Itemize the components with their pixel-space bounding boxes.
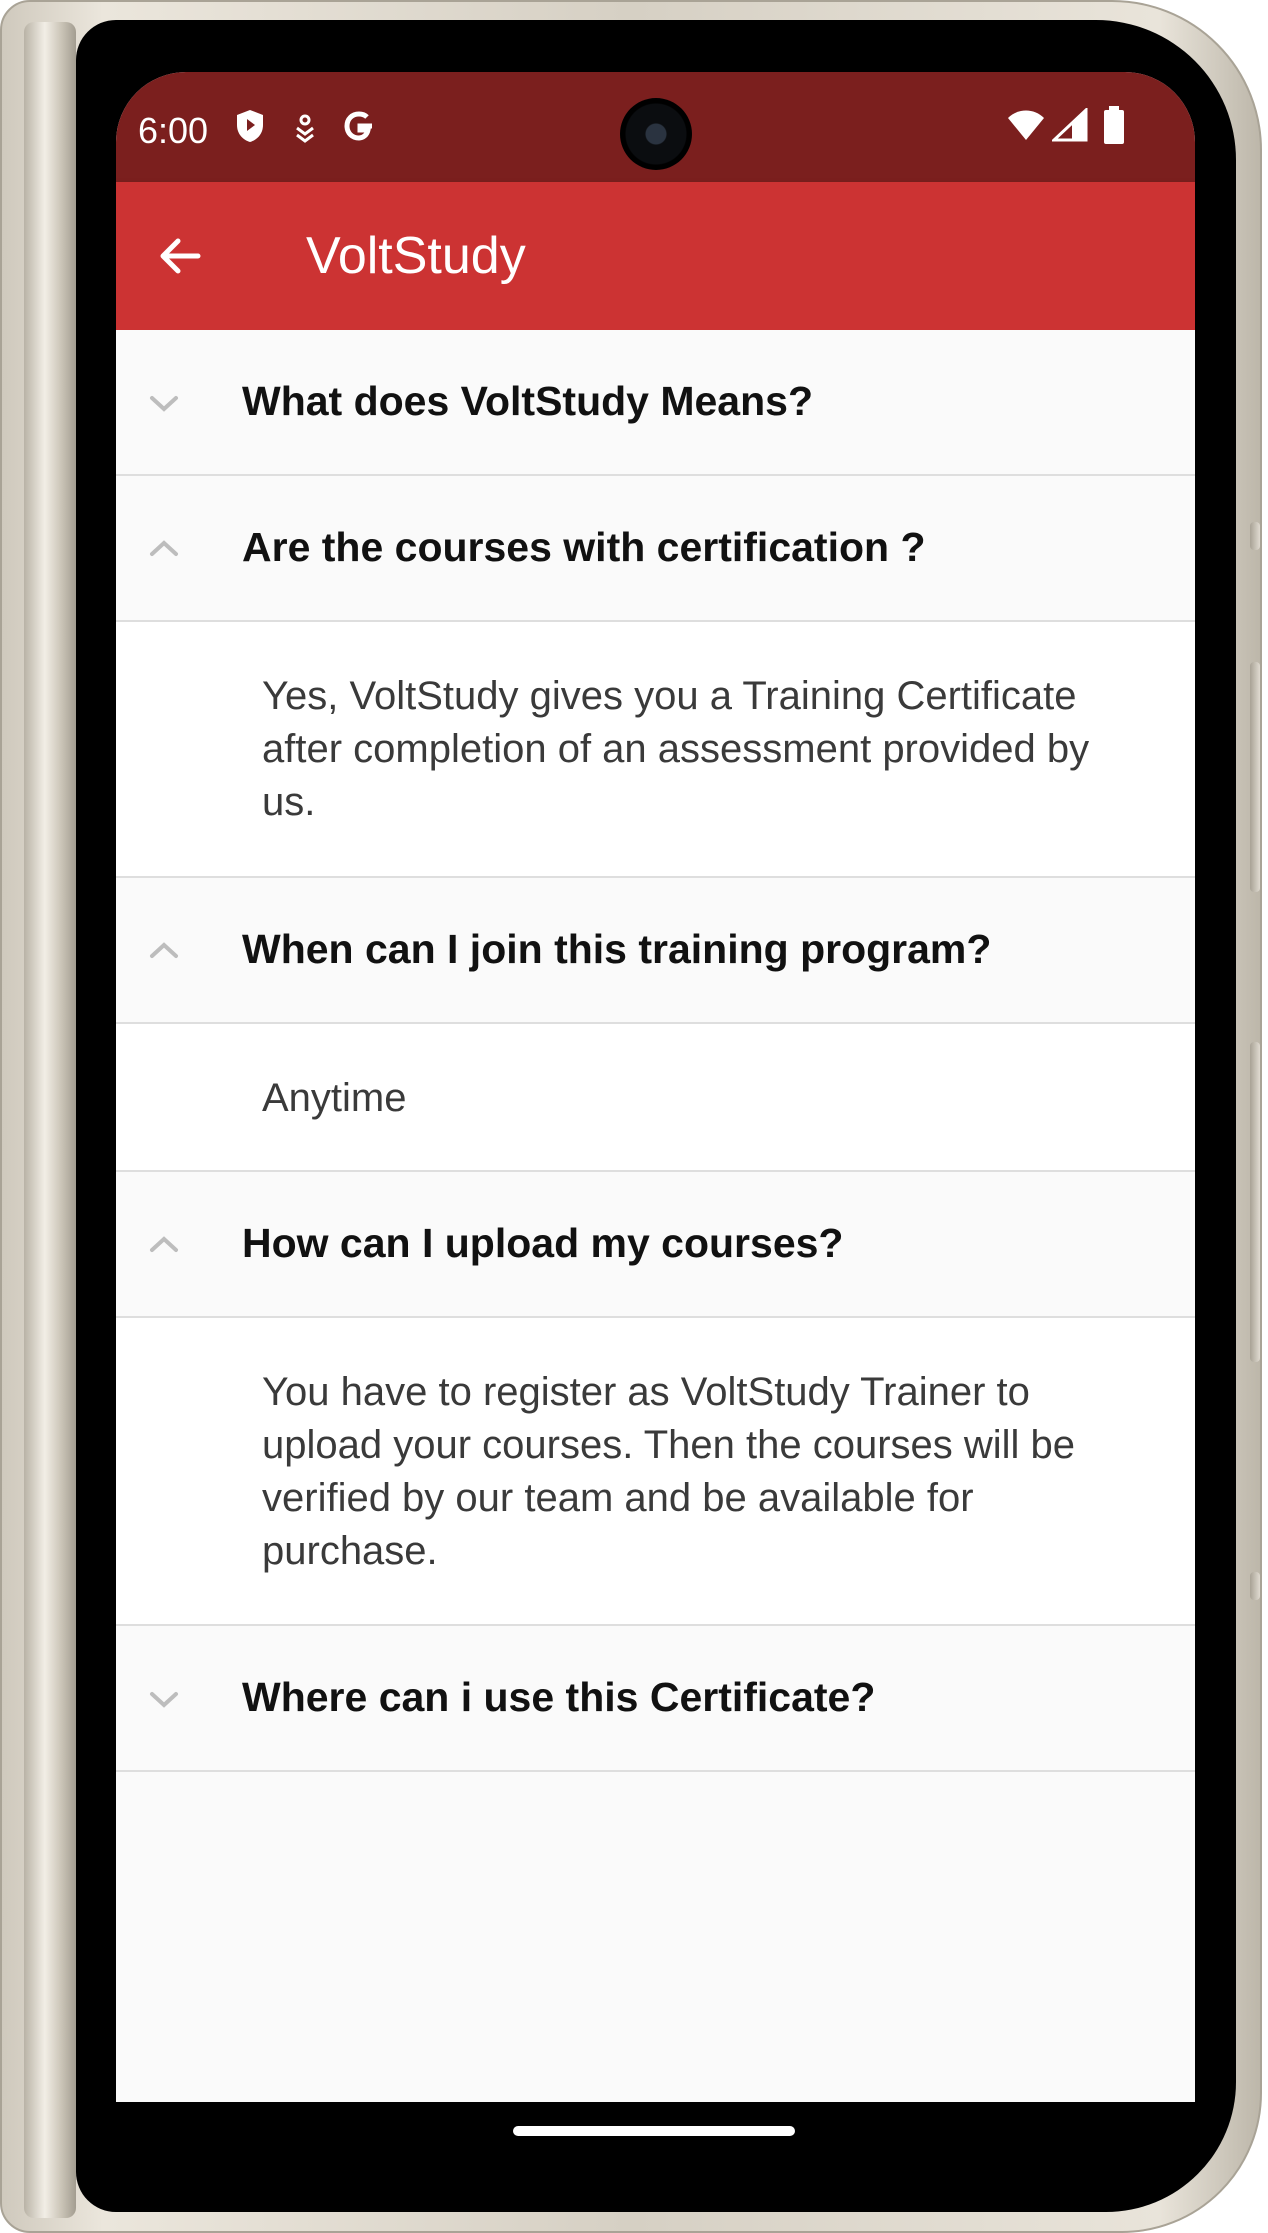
faq-answer-text: Anytime [262, 1076, 407, 1120]
power-button [1250, 662, 1260, 892]
location-pin-icon [292, 112, 318, 149]
side-button [1250, 522, 1260, 550]
device-hinge [24, 22, 76, 2218]
app-screen: 6:00 VoltStudy What does VoltStudy Means… [116, 72, 1195, 2102]
side-button [1250, 1572, 1260, 1600]
faq-question-row[interactable]: When can I join this training program? [116, 878, 1195, 1024]
faq-question-text: What does VoltStudy Means? [242, 378, 813, 424]
faq-answer-text: You have to register as VoltStudy Traine… [262, 1370, 1076, 1573]
app-toolbar: VoltStudy [116, 182, 1195, 330]
arrow-left-icon [160, 238, 201, 274]
front-camera [620, 98, 692, 170]
faq-list: What does VoltStudy Means? Are the cours… [116, 330, 1195, 1772]
faq-answer-panel: Yes, VoltStudy gives you a Training Cert… [116, 622, 1195, 878]
chevron-down-icon [150, 1692, 178, 1708]
shield-icon [234, 108, 266, 149]
status-bar: 6:00 [116, 72, 1195, 182]
chevron-up-icon [150, 540, 178, 556]
faq-question-row[interactable]: Are the courses with certification ? [116, 476, 1195, 622]
chevron-up-icon [150, 1236, 178, 1252]
faq-question-text: When can I join this training program? [242, 926, 992, 972]
chevron-down-icon [150, 396, 178, 412]
faq-answer-panel: Anytime [116, 1024, 1195, 1172]
volume-button [1250, 1042, 1260, 1362]
faq-question-text: Are the courses with certification ? [242, 524, 926, 570]
google-g-icon [342, 108, 378, 149]
faq-answer-panel: You have to register as VoltStudy Traine… [116, 1318, 1195, 1626]
chevron-up-icon [150, 942, 178, 958]
wifi-icon [1006, 108, 1046, 147]
faq-question-text: How can I upload my courses? [242, 1220, 844, 1266]
faq-question-row[interactable]: How can I upload my courses? [116, 1172, 1195, 1318]
home-gesture-bar[interactable] [513, 2126, 795, 2136]
page-title: VoltStudy [306, 227, 526, 285]
cellular-signal-icon [1050, 106, 1088, 147]
faq-answer-text: Yes, VoltStudy gives you a Training Cert… [262, 674, 1090, 824]
status-time: 6:00 [138, 110, 209, 151]
faq-question-text: Where can i use this Certificate? [242, 1674, 876, 1720]
battery-icon [1102, 106, 1126, 151]
back-button[interactable] [144, 220, 216, 292]
faq-question-row[interactable]: Where can i use this Certificate? [116, 1626, 1195, 1772]
faq-question-row[interactable]: What does VoltStudy Means? [116, 330, 1195, 476]
